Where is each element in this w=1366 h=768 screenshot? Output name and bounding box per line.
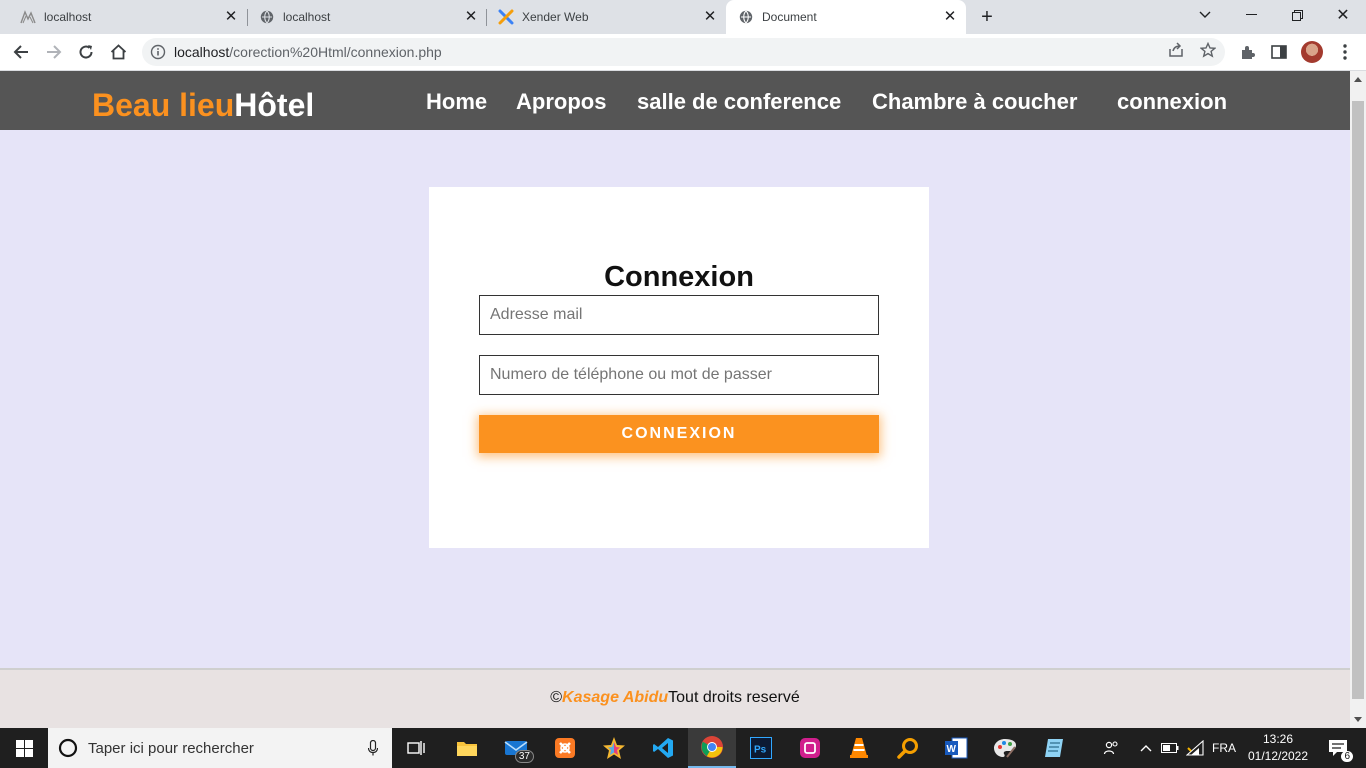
close-tab-icon[interactable]: ✕ xyxy=(223,9,239,25)
browser-tab[interactable]: localhost ✕ xyxy=(239,0,487,34)
new-tab-icon[interactable]: + xyxy=(977,7,997,27)
page-scrollbar[interactable] xyxy=(1350,71,1366,728)
clock-time: 13:26 xyxy=(1262,732,1294,746)
reload-icon[interactable] xyxy=(74,40,98,64)
task-view-icon[interactable] xyxy=(392,728,440,768)
tab-title: localhost xyxy=(283,10,331,24)
browser-toolbar: localhost/corection%20Html/connexion.php xyxy=(0,34,1366,71)
logo-part-hotel: Hôtel xyxy=(234,87,315,123)
mail-count-badge: 37 xyxy=(514,750,534,763)
vlc-icon[interactable] xyxy=(835,728,883,768)
clock-date: 01/12/2022 xyxy=(1247,749,1309,763)
nav-link-home[interactable]: Home xyxy=(426,89,487,115)
footer-rights: Tout droits reservé xyxy=(668,689,800,706)
url-path: /corection%20Html/connexion.php xyxy=(229,44,442,60)
forward-icon[interactable] xyxy=(42,40,66,64)
share-icon[interactable] xyxy=(1166,40,1186,60)
xampp-icon xyxy=(20,9,36,25)
file-explorer-icon[interactable] xyxy=(443,728,491,768)
url-host: localhost xyxy=(174,44,230,60)
site-navbar: Beau lieuHôtel Home Apropos salle de con… xyxy=(0,71,1350,130)
tab-search-chevron-icon[interactable] xyxy=(1182,0,1228,30)
tab-title: Document xyxy=(762,10,817,24)
svg-text:Ps: Ps xyxy=(754,745,767,756)
site-info-icon[interactable] xyxy=(150,44,166,60)
notifications-icon[interactable]: 6 xyxy=(1320,728,1356,768)
connexion-button[interactable]: CONNEXION xyxy=(479,415,879,453)
scrollbar-thumb[interactable] xyxy=(1352,101,1364,699)
extensions-icon[interactable] xyxy=(1237,41,1259,63)
browser-tab[interactable]: Xender Web ✕ xyxy=(478,0,726,34)
xender-icon xyxy=(498,9,514,25)
browser-menu-icon[interactable] xyxy=(1334,41,1356,63)
footer-author: Kasage Abidu xyxy=(562,689,669,706)
windows-start-icon[interactable] xyxy=(0,728,48,768)
scroll-up-arrow-icon[interactable] xyxy=(1354,77,1362,82)
word-icon[interactable]: W xyxy=(932,728,980,768)
copyright-symbol: © xyxy=(550,689,563,706)
search-tool-icon[interactable] xyxy=(884,728,932,768)
svg-text:W: W xyxy=(947,744,957,755)
people-icon[interactable] xyxy=(1100,728,1122,768)
logo-part-beau-lieu: Beau lieu xyxy=(92,87,235,123)
login-title: Connexion xyxy=(604,261,754,293)
minimize-icon[interactable] xyxy=(1228,0,1274,30)
photoshop-icon[interactable]: Ps xyxy=(737,728,785,768)
cortana-circle-icon xyxy=(58,738,78,758)
url-text: localhost/corection%20Html/connexion.php xyxy=(174,44,442,60)
purple-app-icon[interactable] xyxy=(786,728,834,768)
mail-icon[interactable]: 37 xyxy=(492,728,540,768)
tab-title: Xender Web xyxy=(522,10,589,24)
login-card: Connexion CONNEXION xyxy=(429,187,929,548)
back-icon[interactable] xyxy=(9,40,33,64)
close-tab-icon[interactable]: ✕ xyxy=(942,9,958,25)
globe-icon xyxy=(738,9,754,25)
restore-icon[interactable] xyxy=(1274,0,1320,30)
microphone-icon[interactable] xyxy=(368,740,378,756)
tray-expand-chevron-icon[interactable] xyxy=(1137,728,1155,768)
xampp-control-icon[interactable] xyxy=(541,728,589,768)
close-tab-icon[interactable]: ✕ xyxy=(463,9,479,25)
home-icon[interactable] xyxy=(106,40,130,64)
page-viewport: Beau lieuHôtel Home Apropos salle de con… xyxy=(0,71,1350,728)
bookmark-star-icon[interactable] xyxy=(1198,40,1218,60)
address-bar[interactable]: localhost/corection%20Html/connexion.php xyxy=(142,38,1225,66)
taskbar-search-placeholder: Taper ici pour rechercher xyxy=(88,739,254,757)
globe-icon xyxy=(259,9,275,25)
footer-text: ©Kasage AbiduTout droits reservé xyxy=(0,689,1350,707)
browser-tab-active[interactable]: Document ✕ xyxy=(726,0,966,34)
close-tab-icon[interactable]: ✕ xyxy=(702,9,718,25)
browser-tabstrip: localhost ✕ localhost ✕ Xender Web ✕ Doc… xyxy=(0,0,1366,34)
starred-app-icon[interactable] xyxy=(590,728,638,768)
taskbar-clock[interactable]: 13:26 01/12/2022 xyxy=(1246,731,1310,765)
email-field[interactable] xyxy=(479,295,879,335)
taskbar-search-box[interactable]: Taper ici pour rechercher xyxy=(48,728,392,768)
side-panel-icon[interactable] xyxy=(1268,41,1290,63)
scroll-down-arrow-icon[interactable] xyxy=(1354,717,1362,722)
nav-link-salle-de-conference[interactable]: salle de conference xyxy=(637,89,841,115)
notification-count-badge: 6 xyxy=(1341,751,1353,762)
close-window-icon[interactable]: ✕ xyxy=(1320,0,1366,30)
windows-taskbar: Taper ici pour rechercher 37 Ps W FRA 13… xyxy=(0,728,1366,768)
chrome-icon[interactable] xyxy=(688,728,736,768)
site-footer: ©Kasage AbiduTout droits reservé xyxy=(0,668,1350,728)
site-logo[interactable]: Beau lieuHôtel xyxy=(92,87,314,124)
nav-link-apropos[interactable]: Apropos xyxy=(516,89,606,115)
password-field[interactable] xyxy=(479,355,879,395)
network-icon[interactable] xyxy=(1184,728,1206,768)
nav-link-connexion[interactable]: connexion xyxy=(1117,89,1227,115)
browser-tab[interactable]: localhost ✕ xyxy=(0,0,247,34)
paint-icon[interactable] xyxy=(981,728,1029,768)
language-indicator[interactable]: FRA xyxy=(1210,728,1238,768)
profile-avatar[interactable] xyxy=(1301,41,1323,63)
vscode-icon[interactable] xyxy=(639,728,687,768)
nav-link-chambre-a-coucher[interactable]: Chambre à coucher xyxy=(872,89,1077,115)
notes-app-icon[interactable] xyxy=(1030,728,1078,768)
battery-icon[interactable] xyxy=(1160,728,1180,768)
tab-title: localhost xyxy=(44,10,92,24)
